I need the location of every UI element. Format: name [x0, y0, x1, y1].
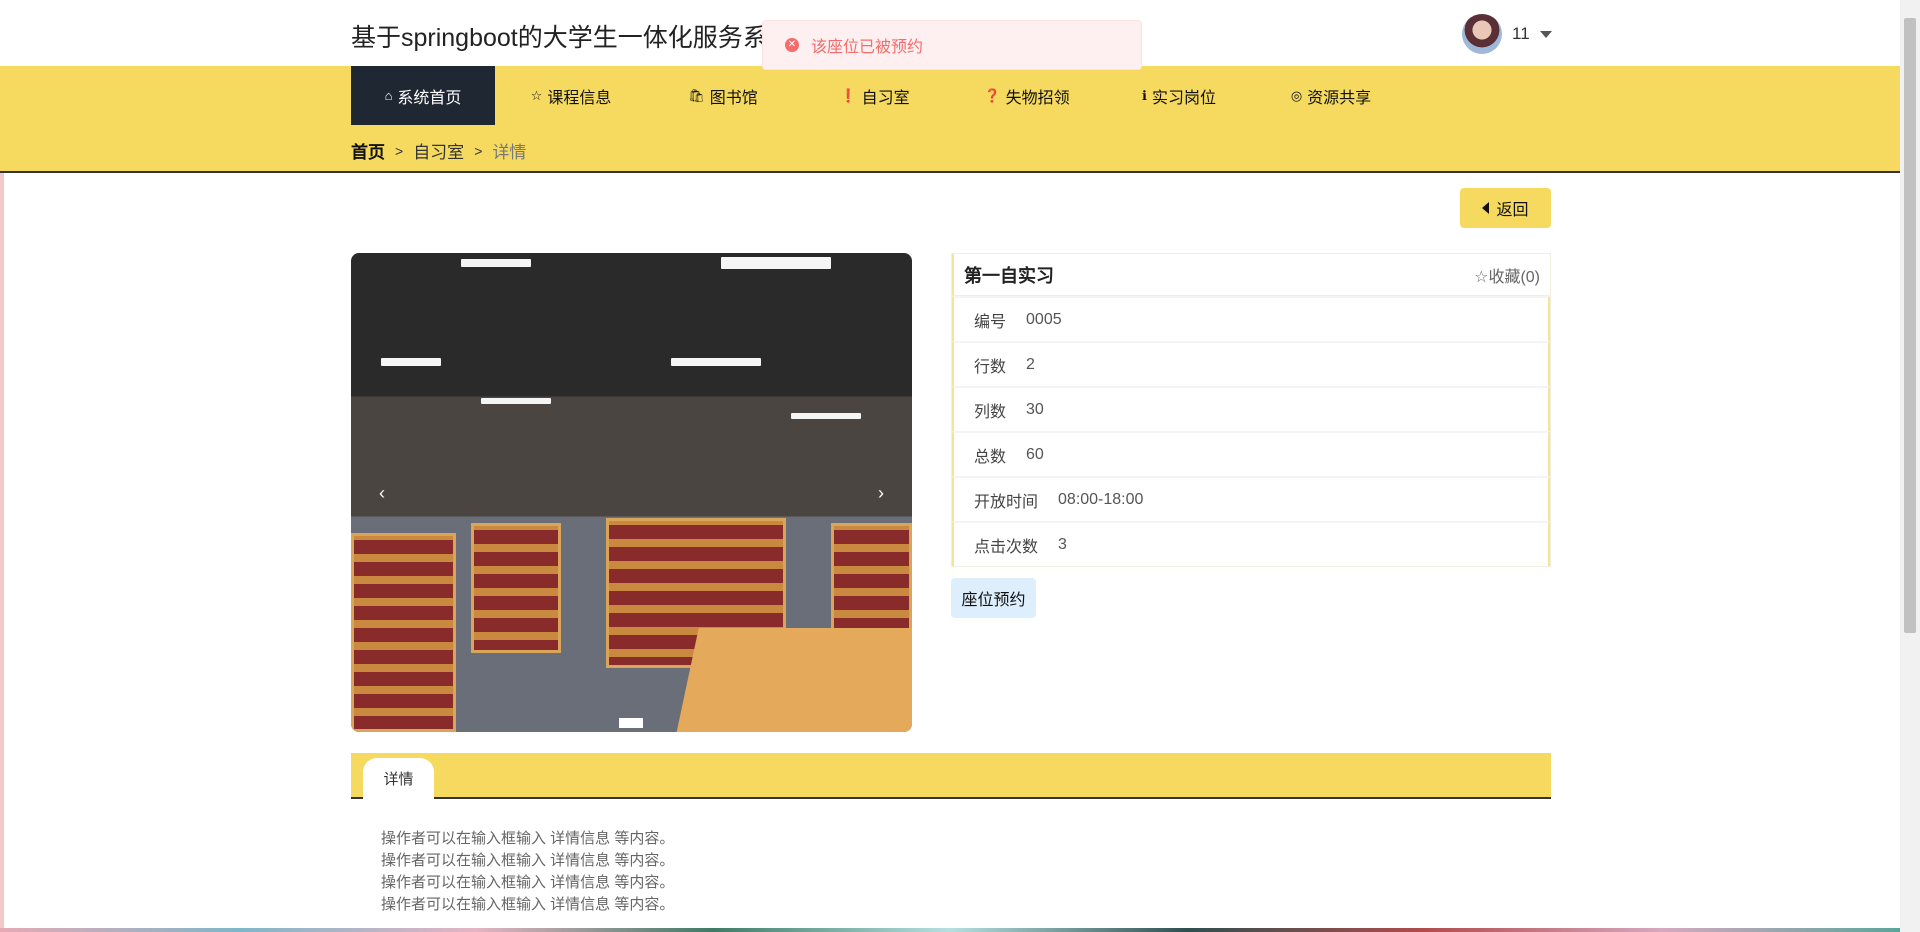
site-title: 基于springboot的大学生一体化服务系 — [351, 24, 768, 52]
info-row: 点击次数 3 — [952, 521, 1550, 566]
seat-reservation-button[interactable]: 座位预约 — [951, 578, 1036, 618]
info-row: 编号 0005 — [952, 296, 1550, 341]
user-menu[interactable]: 11 — [1462, 14, 1552, 54]
row-value: 08:00-18:00 — [1058, 490, 1144, 508]
nav-courses[interactable]: ☆ 课程信息 — [495, 66, 647, 125]
ceiling-light — [381, 358, 441, 366]
caret-down-icon — [1539, 30, 1552, 38]
info-row: 列数 30 — [952, 386, 1550, 431]
detail-line: 操作者可以在输入框输入 详情信息 等内容。 — [381, 830, 675, 847]
info-panel: 第一自实习 ☆收藏(0) 编号 0005 行数 2 列数 30 总数 60 开放时间 08… — [951, 253, 1551, 567]
breadcrumb-separator: > — [395, 142, 404, 159]
bookshelf — [351, 533, 456, 732]
nav-label: 图书馆 — [709, 89, 758, 107]
info-icon: ℹ — [1142, 87, 1147, 103]
row-value: 3 — [1058, 535, 1067, 553]
nav-resources[interactable]: ◎ 资源共享 — [1255, 66, 1407, 125]
image-carousel[interactable]: ‹ › — [351, 253, 912, 732]
nav-label: 资源共享 — [1307, 89, 1372, 107]
error-toast: ✕ 该座位已被预约 — [762, 20, 1142, 70]
detail-line: 操作者可以在输入框输入 详情信息 等内容。 — [381, 896, 675, 913]
carousel-prev-button[interactable]: ‹ — [379, 483, 385, 504]
nav-home[interactable]: ⌂ 系统首页 — [351, 66, 495, 125]
row-label: 列数 — [974, 403, 1007, 421]
bookshelf — [471, 523, 561, 653]
caret-left-icon — [1482, 202, 1490, 214]
info-row: 行数 2 — [952, 341, 1550, 386]
info-row: 开放时间 08:00-18:00 — [952, 476, 1550, 521]
star-icon: ☆ — [530, 87, 543, 103]
back-button[interactable]: 返回 — [1460, 188, 1551, 228]
nav-lost-found[interactable]: ❓ 失物招领 — [951, 66, 1103, 125]
breadcrumb-home[interactable]: 首页 — [351, 138, 385, 163]
breadcrumb: 首页 > 自习室 > 详情 — [351, 138, 526, 163]
row-value: 30 — [1026, 400, 1044, 418]
room-title: 第一自实习 — [964, 265, 1054, 286]
toast-message: 该座位已被预约 — [811, 39, 924, 56]
row-value: 0005 — [1026, 310, 1062, 328]
detail-line: 操作者可以在输入框输入 详情信息 等内容。 — [381, 852, 675, 869]
detail-tabs: 详情 — [351, 753, 1551, 799]
table — [673, 628, 912, 732]
row-label: 行数 — [974, 358, 1007, 376]
nav-label: 系统首页 — [397, 89, 462, 107]
row-label: 点击次数 — [974, 538, 1039, 556]
breadcrumb-study-room[interactable]: 自习室 — [413, 138, 464, 163]
ceiling-light — [671, 358, 761, 366]
nav-label: 自习室 — [861, 89, 910, 107]
ceiling-light — [791, 413, 861, 419]
back-label: 返回 — [1496, 202, 1529, 219]
ceiling-light — [461, 259, 531, 267]
nav-library[interactable]: 🛍 图书馆 — [647, 66, 799, 125]
scrollbar-thumb[interactable] — [1904, 18, 1916, 633]
taskbar-strip — [0, 928, 1900, 932]
home-icon: ⌂ — [384, 88, 393, 103]
detail-content: 操作者可以在输入框输入 详情信息 等内容。 操作者可以在输入框输入 详情信息 等… — [381, 828, 674, 916]
info-row: 总数 60 — [952, 431, 1550, 476]
row-label: 总数 — [974, 448, 1007, 466]
nav-label: 课程信息 — [547, 89, 612, 107]
row-label: 开放时间 — [974, 493, 1039, 511]
row-value: 2 — [1026, 355, 1035, 373]
tab-details[interactable]: 详情 — [363, 758, 434, 799]
error-icon: ✕ — [785, 38, 799, 52]
favorite-button[interactable]: ☆收藏(0) — [1474, 263, 1540, 287]
row-value: 60 — [1026, 445, 1044, 463]
row-label: 编号 — [974, 313, 1007, 331]
info-header: 第一自实习 ☆收藏(0) — [952, 254, 1550, 296]
breadcrumb-current: 详情 — [492, 143, 527, 162]
scrollbar[interactable] — [1900, 0, 1920, 932]
nav-study-room[interactable]: ❗ 自习室 — [799, 66, 951, 125]
carousel-indicator[interactable] — [619, 718, 643, 728]
detail-line: 操作者可以在输入框输入 详情信息 等内容。 — [381, 874, 675, 891]
ceiling-light — [481, 398, 551, 404]
nav-label: 实习岗位 — [1151, 89, 1216, 107]
bag-icon: 🛍 — [688, 87, 705, 103]
avatar[interactable] — [1462, 14, 1502, 54]
question-icon: ❓ — [984, 87, 1001, 103]
main-nav: ⌂ 系统首页 ☆ 课程信息 🛍 图书馆 ❗ 自习室 ❓ 失物招领 ℹ 实习岗位 ◎ 资源共享 — [351, 66, 1407, 125]
ceiling-light — [721, 257, 831, 269]
user-name: 11 — [1512, 24, 1530, 43]
exclamation-icon: ❗ — [840, 87, 857, 103]
carousel-next-button[interactable]: › — [878, 483, 884, 504]
target-icon: ◎ — [1290, 87, 1303, 103]
navbar: ⌂ 系统首页 ☆ 课程信息 🛍 图书馆 ❗ 自习室 ❓ 失物招领 ℹ 实习岗位 ◎ 资源共享 … — [0, 66, 1900, 173]
nav-internships[interactable]: ℹ 实习岗位 — [1103, 66, 1255, 125]
nav-label: 失物招领 — [1005, 89, 1070, 107]
breadcrumb-separator: > — [474, 142, 483, 159]
